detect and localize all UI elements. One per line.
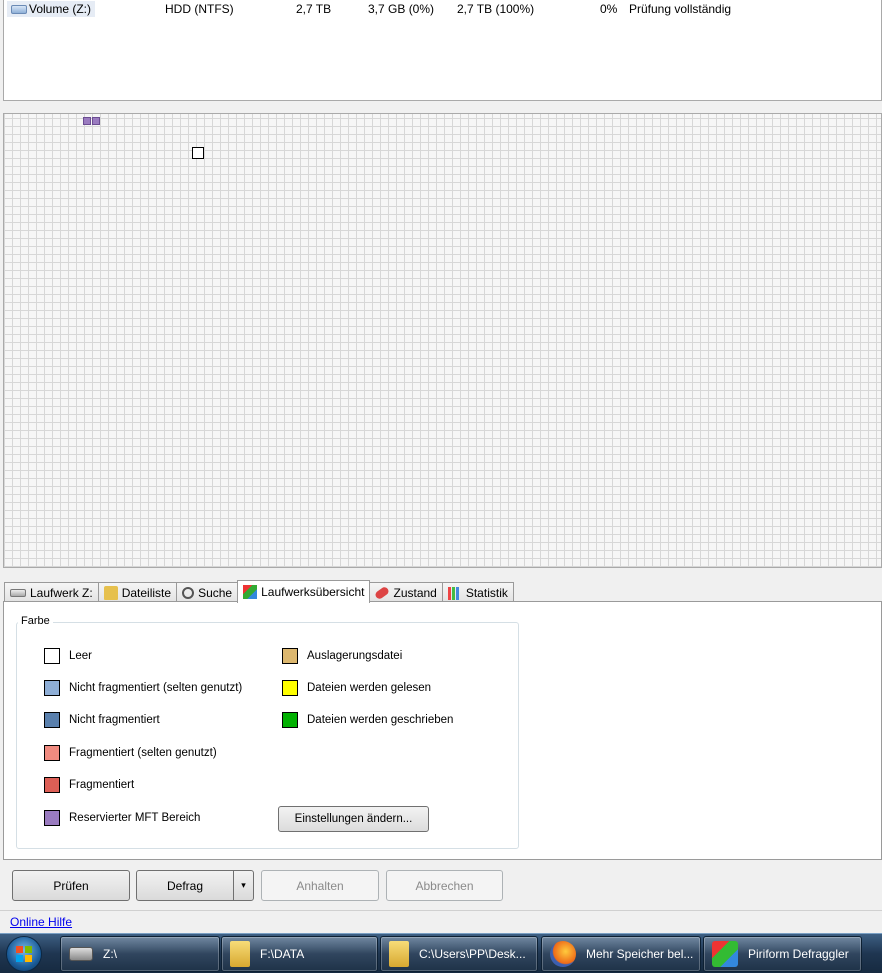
drive-media: HDD (NTFS) — [165, 2, 234, 16]
legend-swatch — [44, 680, 60, 696]
statistics-icon — [447, 586, 462, 600]
legend-label: Nicht fragmentiert (selten genutzt) — [69, 682, 243, 694]
legend-label: Dateien werden gelesen — [307, 682, 432, 694]
legend-swatch — [44, 745, 60, 761]
legend-item: Fragmentiert (selten genutzt) — [44, 745, 217, 761]
mft-cluster-block — [92, 117, 100, 125]
drive-row[interactable]: Volume (Z:) HDD (NTFS) 2,7 TB 3,7 GB (0%… — [4, 0, 881, 18]
tab-label: Suche — [198, 586, 233, 600]
taskbar-label: Piriform Defraggler — [748, 947, 849, 961]
legend-item: Dateien werden gelesen — [282, 680, 431, 696]
windows-logo-icon — [16, 946, 32, 962]
drive-status: Prüfung vollständig — [629, 2, 732, 16]
tab-label: Statistik — [465, 586, 508, 600]
tab-file-list[interactable]: Dateiliste — [97, 582, 178, 603]
health-icon — [374, 585, 391, 601]
defraggler-icon — [712, 941, 738, 967]
tab-health[interactable]: Zustand — [369, 582, 443, 603]
taskbar-item-defraggler[interactable]: Piriform Defraggler — [703, 936, 862, 972]
legend-label: Fragmentiert — [69, 779, 135, 791]
folder-icon — [103, 586, 118, 600]
legend-item: Reservierter MFT Bereich — [44, 810, 200, 826]
folder-icon — [230, 941, 250, 967]
legend-item: Leer — [44, 648, 92, 664]
online-help-link[interactable]: Online Hilfe — [10, 915, 72, 929]
drive-icon — [10, 589, 26, 597]
legend-item: Nicht fragmentiert — [44, 712, 160, 728]
drive-free: 2,7 TB (100%) — [457, 2, 535, 16]
legend-label: Nicht fragmentiert — [69, 714, 160, 726]
taskbar-item-firefox[interactable]: Mehr Speicher bel... — [541, 936, 701, 972]
legend-swatch — [44, 712, 60, 728]
legend-title: Farbe — [18, 615, 53, 627]
taskbar-item-data-folder[interactable]: F:\DATA — [221, 936, 378, 972]
taskbar-item-desktop-folder[interactable]: C:\Users\PP\Desk... — [380, 936, 538, 972]
cancel-button[interactable]: Abbrechen — [386, 870, 503, 901]
cluster-map[interactable] — [3, 113, 882, 568]
taskbar-label: C:\Users\PP\Desk... — [419, 947, 526, 961]
tab-statistics[interactable]: Statistik — [441, 582, 514, 603]
firefox-icon — [550, 941, 576, 967]
mft-cluster-block — [83, 117, 91, 125]
tab-drive-map[interactable]: Laufwerksübersicht — [237, 580, 371, 603]
taskbar-item-drive[interactable]: Z:\ — [60, 936, 220, 972]
taskbar-label: Mehr Speicher bel... — [586, 947, 694, 961]
legend-label: Reservierter MFT Bereich — [69, 812, 201, 824]
drive-name: Volume (Z:) — [29, 2, 92, 16]
drive-capacity: 2,7 TB — [296, 2, 332, 16]
tab-label: Zustand — [393, 586, 437, 600]
tab-search[interactable]: Suche — [176, 582, 239, 603]
legend-swatch — [282, 648, 298, 664]
tab-label: Dateiliste — [121, 586, 172, 600]
drive-icon — [69, 947, 93, 961]
legend-swatch — [282, 712, 298, 728]
start-button[interactable] — [6, 936, 42, 972]
defrag-menu-arrow[interactable]: ▾ — [233, 870, 254, 901]
selected-cluster-block[interactable] — [192, 147, 204, 159]
tab-bar: Laufwerk Z: Dateiliste Suche Laufwerksüb… — [4, 580, 514, 603]
legend-item: Fragmentiert — [44, 777, 134, 793]
tab-drive[interactable]: Laufwerk Z: — [4, 582, 99, 603]
legend-label: Leer — [69, 650, 93, 662]
change-settings-button[interactable]: Einstellungen ändern... — [278, 806, 429, 832]
legend-swatch — [44, 648, 60, 664]
legend-item: Auslagerungsdatei — [282, 648, 402, 664]
drive-icon — [11, 4, 27, 14]
legend-label: Auslagerungsdatei — [307, 650, 403, 662]
drive-fragmentation: 0% — [600, 2, 618, 16]
taskbar: Z:\ F:\DATA C:\Users\PP\Desk... Mehr Spe… — [0, 933, 882, 973]
pause-button[interactable]: Anhalten — [261, 870, 379, 901]
legend-swatch — [282, 680, 298, 696]
search-icon — [182, 587, 195, 599]
legend-item: Dateien werden geschrieben — [282, 712, 453, 728]
legend-label: Dateien werden geschrieben — [307, 714, 454, 726]
taskbar-label: Z:\ — [103, 947, 117, 961]
defrag-button[interactable]: Defrag — [136, 870, 234, 901]
legend-swatch — [44, 777, 60, 793]
legend-item: Nicht fragmentiert (selten genutzt) — [44, 680, 242, 696]
tab-label: Laufwerk Z: — [30, 586, 93, 600]
drive-name-cell[interactable]: Volume (Z:) — [7, 1, 96, 17]
legend-swatch — [44, 810, 60, 826]
drive-map-icon — [243, 585, 258, 599]
legend-label: Fragmentiert (selten genutzt) — [69, 747, 217, 759]
tab-label: Laufwerksübersicht — [261, 585, 365, 599]
divider — [0, 910, 882, 911]
analyze-button[interactable]: Prüfen — [12, 870, 130, 901]
drive-used: 3,7 GB (0%) — [368, 2, 435, 16]
folder-icon — [389, 941, 409, 967]
drive-list[interactable]: Volume (Z:) HDD (NTFS) 2,7 TB 3,7 GB (0%… — [3, 0, 882, 101]
taskbar-label: F:\DATA — [260, 947, 305, 961]
